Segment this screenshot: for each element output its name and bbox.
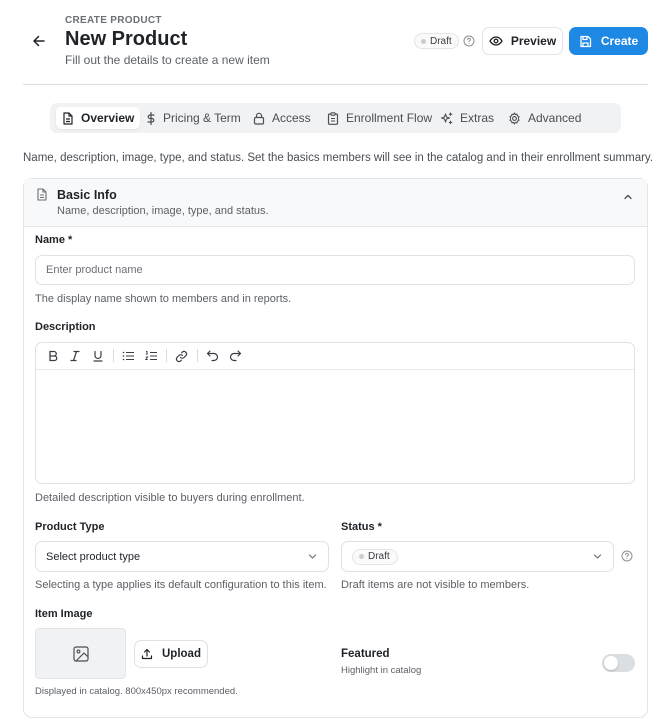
italic-icon[interactable]: [68, 349, 82, 363]
toolbar-divider: [197, 349, 198, 362]
save-icon: [580, 35, 591, 47]
item-image-helper: Displayed in catalog. 800x450px recommen…: [35, 686, 238, 697]
tab-label: Extras: [460, 111, 495, 125]
featured-helper: Highlight in catalog: [341, 665, 422, 676]
page-subtitle: Fill out the details to create a new ite…: [65, 53, 270, 67]
featured-label: Featured: [341, 648, 390, 660]
redo-icon[interactable]: [228, 349, 242, 363]
product-type-select[interactable]: Select product type: [35, 541, 329, 572]
upload-icon: [141, 648, 153, 660]
gear-icon: [509, 111, 520, 125]
tab-pricing-term[interactable]: Pricing & Term: [140, 107, 247, 129]
tab-advanced[interactable]: Advanced: [502, 107, 587, 129]
status-dot-icon: [421, 38, 426, 44]
create-button[interactable]: Create: [569, 27, 648, 55]
sparkles-icon: [440, 111, 453, 124]
bullet-list-icon[interactable]: [121, 349, 135, 363]
tab-label: Enrollment Flow: [346, 111, 433, 125]
item-image-label: Item Image: [35, 608, 93, 620]
underline-icon[interactable]: [91, 349, 105, 363]
status-select[interactable]: Draft: [341, 541, 614, 572]
status-label: Status *: [341, 521, 382, 533]
tab-label: Advanced: [528, 111, 582, 125]
undo-icon[interactable]: [205, 349, 219, 363]
status-dot-icon: [359, 554, 364, 559]
name-helper: The display name shown to members and in…: [35, 293, 292, 305]
description-label: Description: [35, 321, 96, 333]
tab-enrollment-flow[interactable]: Enrollment Flow: [321, 107, 438, 129]
page-eyebrow: CREATE PRODUCT: [65, 15, 162, 26]
document-icon: [36, 188, 48, 201]
card-header[interactable]: [24, 179, 647, 227]
tab-overview[interactable]: Overview: [56, 107, 141, 129]
link-icon[interactable]: [174, 349, 188, 363]
preview-button[interactable]: Preview: [482, 27, 563, 55]
card-title: Basic Info: [57, 188, 117, 202]
product-type-placeholder: Select product type: [46, 550, 141, 563]
page-title: New Product: [65, 28, 188, 50]
chevron-down-icon: [308, 554, 317, 559]
bold-icon[interactable]: [46, 349, 60, 363]
tab-access[interactable]: Access: [247, 107, 317, 129]
name-input[interactable]: [35, 255, 635, 285]
upload-button-label: Upload: [162, 648, 201, 660]
eye-icon: [489, 36, 503, 46]
name-label: Name *: [35, 234, 73, 246]
card-subtitle: Name, description, image, type, and stat…: [57, 205, 269, 217]
featured-toggle[interactable]: [602, 654, 635, 672]
clipboard-icon: [327, 111, 339, 125]
product-type-helper: Selecting a type applies its default con…: [35, 579, 327, 591]
product-type-label: Product Type: [35, 521, 105, 533]
toolbar-divider: [113, 349, 114, 362]
toggle-knob: [604, 656, 618, 670]
toolbar-divider: [166, 349, 167, 362]
tab-label: Access: [272, 111, 311, 125]
help-icon[interactable]: [621, 550, 633, 562]
status-badge-label: Draft: [430, 35, 452, 47]
back-button[interactable]: [28, 30, 50, 52]
upload-button[interactable]: Upload: [134, 640, 208, 668]
create-button-label: Create: [600, 34, 639, 48]
description-helper: Detailed description visible to buyers d…: [35, 492, 305, 504]
preview-button-label: Preview: [510, 34, 557, 48]
image-icon: [72, 645, 89, 662]
section-intro: Name, description, image, type, and stat…: [23, 152, 654, 164]
image-preview[interactable]: [35, 628, 126, 679]
help-icon[interactable]: [463, 35, 475, 47]
tab-label: Pricing & Term: [163, 111, 241, 125]
document-icon: [63, 111, 73, 125]
numbered-list-icon[interactable]: [144, 349, 158, 363]
status-pill: Draft: [352, 548, 398, 565]
chevron-up-icon[interactable]: [622, 191, 634, 203]
header-divider: [23, 84, 648, 85]
lock-icon: [253, 112, 265, 125]
dollar-icon: [147, 111, 155, 125]
tab-label: Overview: [81, 111, 135, 125]
status-helper: Draft items are not visible to members.: [341, 579, 530, 591]
status-badge: Draft: [414, 33, 459, 49]
chevron-down-icon: [593, 554, 602, 559]
tab-extras[interactable]: Extras: [434, 107, 500, 129]
status-value: Draft: [368, 551, 390, 562]
arrow-left-icon: [33, 35, 45, 47]
